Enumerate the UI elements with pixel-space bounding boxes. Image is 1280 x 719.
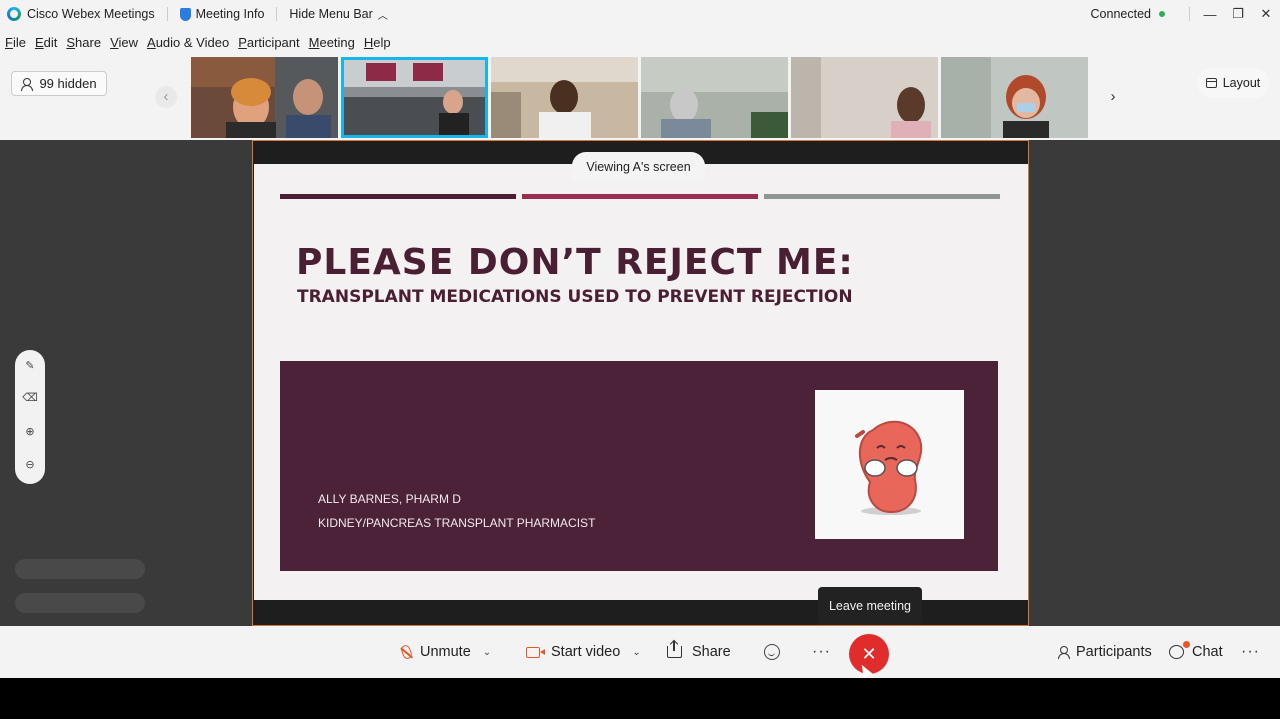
share-icon <box>667 641 682 658</box>
participant-strip: 99 hidden ‹ › Layout <box>0 56 1280 140</box>
video-thumbnail[interactable] <box>641 57 788 138</box>
connection-status: Connected <box>1090 7 1151 21</box>
scroll-left-icon[interactable]: ‹ <box>155 86 177 108</box>
close-window-icon[interactable]: ✕ <box>1252 6 1280 22</box>
unmute-label: Unmute <box>420 644 471 660</box>
video-thumbnail[interactable] <box>791 57 938 138</box>
share-button[interactable]: Share <box>667 626 731 678</box>
annotate-pen-icon[interactable]: ✎ <box>15 359 45 379</box>
reaction-notification <box>15 593 145 613</box>
meeting-controls-bar: Unmute ⌄ Start video ⌄ Share ··· Partici… <box>0 626 1280 678</box>
chat-label: Chat <box>1192 644 1223 660</box>
eraser-icon[interactable]: ⌫ <box>15 391 45 411</box>
video-thumbnail[interactable] <box>941 57 1088 138</box>
chevron-up-icon[interactable]: ︿ <box>378 7 388 22</box>
chat-button[interactable]: Chat <box>1169 626 1223 678</box>
letterbox-bar <box>0 678 1280 719</box>
more-dots-icon: ··· <box>1241 643 1260 660</box>
smiley-icon <box>764 644 780 660</box>
meeting-info-button[interactable]: Meeting Info <box>196 7 265 21</box>
viewing-screen-label: Viewing A's screen <box>572 152 705 180</box>
status-dot-icon <box>1159 11 1165 17</box>
video-thumbnail-active[interactable] <box>341 57 488 138</box>
menu-edit[interactable]: Edit <box>35 35 57 50</box>
video-off-icon <box>526 646 545 658</box>
start-video-label: Start video <box>551 644 621 660</box>
annotation-toolbar: ✎ ⌫ ⊕ ⊖ <box>15 350 45 484</box>
minimize-icon[interactable]: — <box>1196 7 1224 22</box>
presenter-name: ALLY BARNES, PHARM D <box>318 492 461 506</box>
restore-icon[interactable]: ❐ <box>1224 6 1252 22</box>
hidden-participants-button[interactable]: 99 hidden <box>11 71 107 96</box>
menu-share[interactable]: Share <box>66 35 101 50</box>
menu-file[interactable]: File <box>5 35 26 50</box>
app-title: Cisco Webex Meetings <box>27 7 155 21</box>
more-actions-button[interactable]: ··· <box>1241 626 1260 678</box>
start-video-button[interactable]: Start video ⌄ <box>526 626 641 678</box>
presenter-role: KIDNEY/PANCREAS TRANSPLANT PHARMACIST <box>318 516 596 530</box>
more-options-button[interactable]: ··· <box>812 626 831 678</box>
chat-bubble-icon <box>1169 645 1184 659</box>
video-thumbnail[interactable] <box>491 57 638 138</box>
shield-icon[interactable] <box>179 7 191 21</box>
layout-button[interactable]: Layout <box>1197 68 1269 98</box>
menu-participant[interactable]: Participant <box>238 35 299 50</box>
layout-label: Layout <box>1222 76 1261 90</box>
webex-logo-icon <box>7 7 21 21</box>
slide-bar <box>764 194 1000 199</box>
menu-meeting[interactable]: Meeting <box>309 35 355 50</box>
layout-icon <box>1205 78 1217 88</box>
leave-meeting-tooltip: Leave meeting <box>818 587 922 625</box>
chevron-down-icon[interactable]: ⌄ <box>632 647 640 658</box>
participants-button[interactable]: Participants <box>1058 626 1152 678</box>
share-label: Share <box>692 644 731 660</box>
slide-title: PLEASE DON’T REJECT ME: <box>296 242 854 283</box>
menu-view[interactable]: View <box>110 35 138 50</box>
video-thumbnail[interactable] <box>191 57 338 138</box>
scroll-right-icon[interactable]: › <box>1102 86 1124 108</box>
reaction-notification <box>15 559 145 579</box>
title-bar: Cisco Webex Meetings Meeting Info Hide M… <box>0 0 1280 28</box>
hidden-count: 99 hidden <box>39 76 97 91</box>
zoom-out-icon[interactable]: ⊖ <box>15 458 45 478</box>
participants-label: Participants <box>1076 644 1152 660</box>
slide-bar <box>522 194 758 199</box>
menu-bar: File Edit Share View Audio & Video Parti… <box>0 28 1280 56</box>
more-dots-icon: ··· <box>812 643 831 660</box>
hide-menu-bar-button[interactable]: Hide Menu Bar <box>289 7 372 21</box>
chevron-down-icon[interactable]: ⌄ <box>483 647 491 658</box>
slide-subtitle: TRANSPLANT MEDICATIONS USED TO PREVENT R… <box>297 287 853 307</box>
person-icon <box>21 77 34 91</box>
zoom-in-icon[interactable]: ⊕ <box>15 425 45 445</box>
slide-bar <box>280 194 516 199</box>
kidney-illustration <box>815 390 964 539</box>
menu-audio-video[interactable]: Audio & Video <box>147 35 229 50</box>
microphone-muted-icon <box>399 643 414 661</box>
menu-help[interactable]: Help <box>364 35 391 50</box>
unmute-button[interactable]: Unmute ⌄ <box>399 626 491 678</box>
person-icon <box>1058 646 1070 659</box>
reactions-button[interactable] <box>764 626 780 678</box>
chat-unread-badge <box>1183 641 1190 648</box>
